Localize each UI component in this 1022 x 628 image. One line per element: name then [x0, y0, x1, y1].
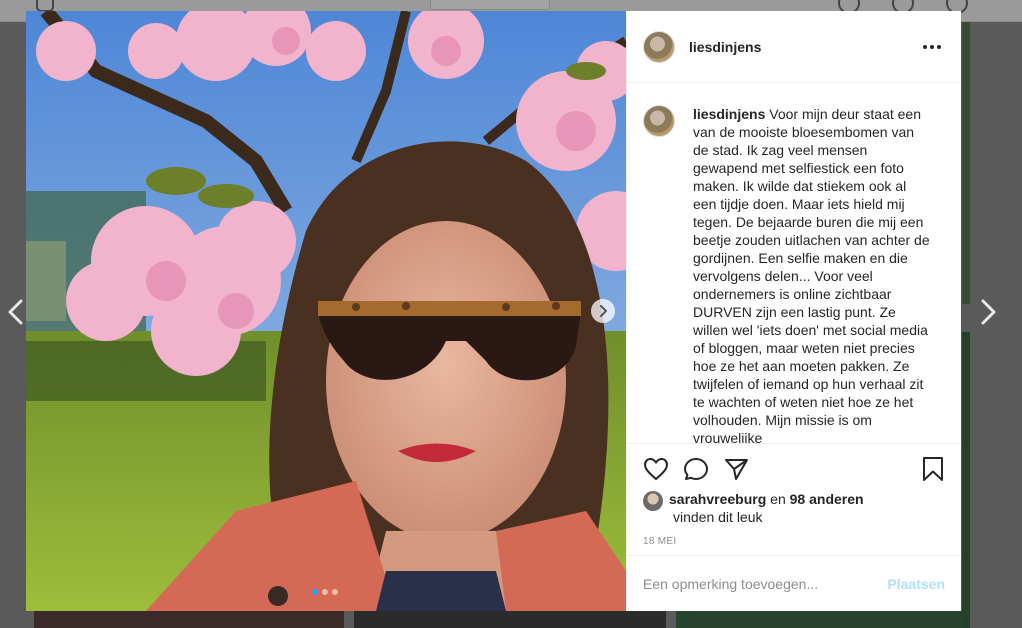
background-photo-edge: [962, 332, 970, 628]
likes-summary: sarahvreeburg en 98 anderen vinden dit l…: [643, 490, 945, 526]
more-options-icon[interactable]: [919, 41, 945, 53]
post-date[interactable]: 18 MEI: [643, 536, 945, 547]
post-header: liesdinjens: [627, 11, 961, 83]
comment-bubble-icon[interactable]: [683, 457, 709, 481]
background-photo-edge: [962, 22, 970, 304]
share-paper-plane-icon[interactable]: [723, 457, 749, 481]
like-heart-icon[interactable]: [643, 457, 669, 481]
comment-input[interactable]: [643, 575, 888, 592]
selfie-photo-illustration: [26, 11, 626, 611]
post-comment-button[interactable]: Plaatsen: [887, 576, 945, 592]
likes-connector: en: [770, 491, 786, 507]
background-thumbnail: [354, 611, 666, 628]
likes-others-link[interactable]: 98 anderen: [790, 491, 864, 507]
carousel-dot: [332, 589, 338, 595]
save-bookmark-icon[interactable]: [921, 456, 945, 482]
post-actions-area: sarahvreeburg en 98 anderen vinden dit l…: [627, 443, 961, 547]
previous-post-chevron-left-icon[interactable]: [4, 296, 28, 328]
liker-avatar[interactable]: [643, 491, 663, 511]
author-username[interactable]: liesdinjens: [689, 39, 761, 55]
caption-username[interactable]: liesdinjens: [693, 106, 765, 122]
author-avatar[interactable]: [643, 30, 675, 63]
likes-text: sarahvreeburg en 98 anderen vinden dit l…: [669, 490, 864, 526]
action-icons-row: [643, 456, 945, 482]
caption-author-avatar[interactable]: [643, 105, 675, 137]
background-thumbnail: [676, 611, 962, 628]
carousel-next-chevron-right-icon[interactable]: [591, 299, 615, 323]
post-photo: [26, 11, 626, 611]
comments-section[interactable]: liesdinjens Voor mijn deur staat een van…: [627, 83, 961, 443]
post-modal: liesdinjens liesdinjens Voor mijn deur s…: [26, 11, 961, 611]
carousel-indicator: [312, 589, 338, 595]
carousel-dot: [312, 589, 318, 595]
likes-suffix: vinden dit leuk: [673, 509, 763, 525]
post-side-panel: liesdinjens liesdinjens Voor mijn deur s…: [626, 11, 961, 611]
caption-text: Voor mijn deur staat een van de mooiste …: [693, 106, 930, 443]
post-caption: liesdinjens Voor mijn deur staat een van…: [693, 105, 933, 443]
background-thumbnail: [34, 611, 344, 628]
liker-username[interactable]: sarahvreeburg: [669, 491, 766, 507]
comment-form: Plaatsen: [627, 555, 961, 611]
carousel-dot: [322, 589, 328, 595]
background-search-field: [430, 0, 550, 10]
next-post-chevron-right-icon[interactable]: [976, 296, 1000, 328]
